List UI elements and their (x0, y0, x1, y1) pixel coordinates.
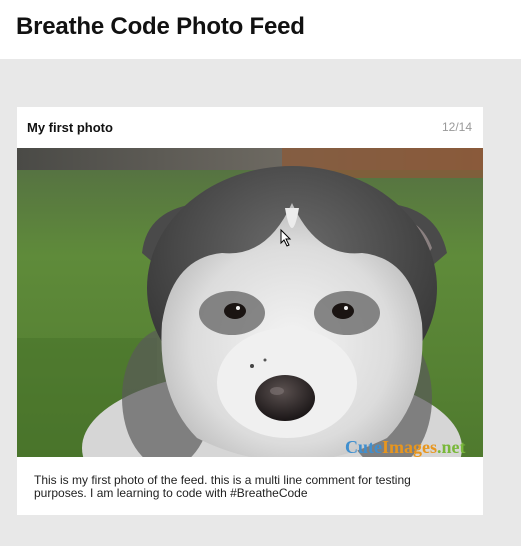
page-title: Breathe Code Photo Feed (16, 13, 305, 40)
photo-counter: 12/14 (441, 120, 472, 134)
photo-title: My first photo (27, 120, 113, 135)
caption-text: This is my first photo of the feed. this… (34, 473, 411, 500)
photo-caption: This is my first photo of the feed. this… (34, 474, 454, 500)
hashtag-link[interactable]: #BreatheCode (230, 486, 307, 500)
app-header: Breathe Code Photo Feed (0, 0, 521, 59)
svg-text:CuteImages.net: CuteImages.net (345, 437, 466, 457)
photo-card: My first photo 12/14 CuteImages.net This… (17, 107, 483, 515)
watermark-part-3: .net (437, 437, 466, 457)
watermark-part-1: Cute (345, 437, 382, 457)
watermark-part-2: Images (382, 437, 437, 457)
puppy-photo[interactable]: CuteImages.net (17, 148, 483, 457)
